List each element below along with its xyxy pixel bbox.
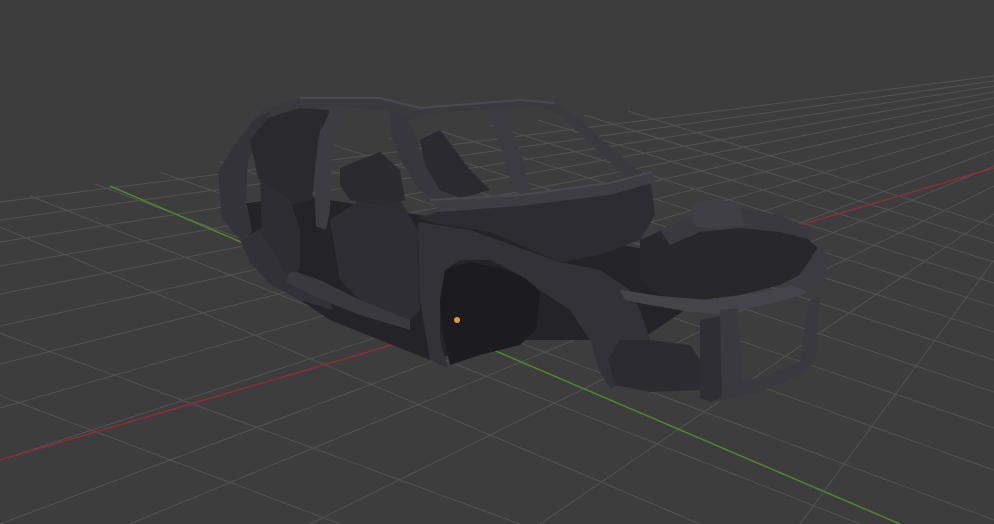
viewport-canvas[interactable] (0, 0, 994, 524)
3d-viewport[interactable] (0, 0, 994, 524)
object-origin-dot[interactable] (454, 317, 460, 323)
